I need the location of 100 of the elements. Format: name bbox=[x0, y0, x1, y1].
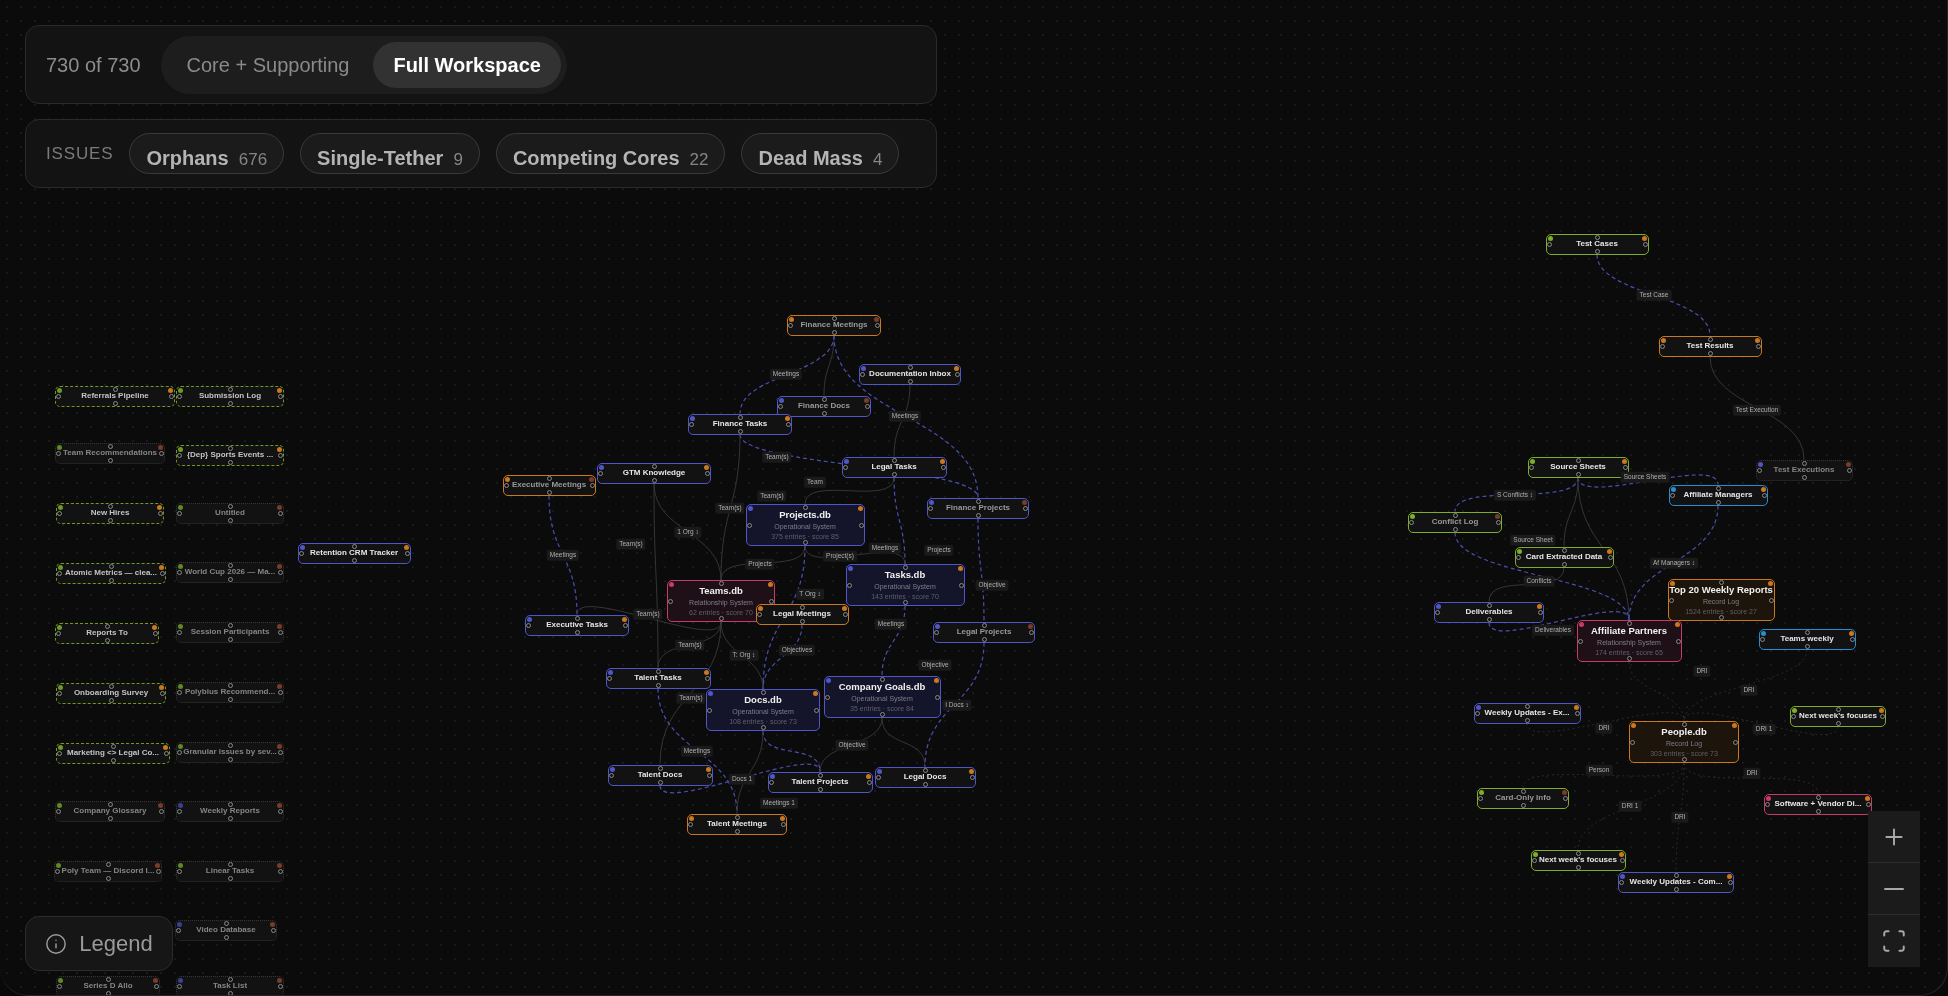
table-node[interactable]: Task List bbox=[176, 975, 284, 995]
table-node[interactable]: Talent Tasks bbox=[605, 667, 711, 689]
table-node[interactable]: Finance Projects bbox=[927, 497, 1029, 519]
table-node[interactable]: Onboarding Survey bbox=[56, 682, 166, 704]
table-node[interactable]: {Dep} Sports Events ... bbox=[176, 444, 284, 466]
table-node[interactable]: Referrals Pipeline bbox=[55, 385, 175, 407]
node-title: Finance Docs bbox=[798, 402, 850, 410]
node-title: Talent Meetings bbox=[707, 820, 767, 828]
node-title: Tasks.db bbox=[884, 570, 926, 580]
node-title: Series D Allo bbox=[83, 982, 133, 990]
node-title: Deliverables bbox=[1465, 608, 1513, 616]
table-node[interactable]: Untitled bbox=[176, 502, 284, 524]
node-title: Affiliate Managers bbox=[1683, 491, 1753, 499]
node-title: Company Glossary bbox=[73, 807, 147, 815]
table-node[interactable]: Legal Meetings bbox=[755, 603, 849, 625]
table-node[interactable]: Finance Tasks bbox=[688, 413, 792, 435]
table-node[interactable]: Talent Meetings bbox=[687, 813, 787, 835]
node-title: Talent Projects bbox=[791, 778, 849, 786]
view-tab[interactable]: Full Workspace bbox=[373, 41, 561, 88]
node-title: Docs.db bbox=[744, 695, 782, 705]
table-node[interactable]: Talent Projects bbox=[767, 771, 873, 793]
table-node[interactable]: Test Executions bbox=[1755, 459, 1853, 481]
legend-button[interactable]: Legend bbox=[25, 916, 173, 971]
node-title: Referrals Pipeline bbox=[81, 392, 149, 400]
node-title: Granular issues by sev... bbox=[183, 748, 277, 756]
table-node[interactable]: Legal Docs bbox=[874, 766, 976, 788]
table-node[interactable]: Next week's focuses bbox=[1790, 705, 1886, 727]
table-node[interactable]: Polybius Recommend... bbox=[176, 681, 284, 703]
table-node[interactable]: Linear Tasks bbox=[176, 860, 284, 882]
table-node[interactable]: Legal Projects bbox=[933, 621, 1035, 643]
table-node[interactable]: Company Glossary bbox=[55, 800, 165, 822]
table-node[interactable]: New Hires bbox=[56, 502, 164, 524]
node-title: Untitled bbox=[215, 509, 245, 517]
node-title: Company Goals.db bbox=[838, 682, 926, 692]
table-node[interactable]: Card Extracted Data bbox=[1514, 546, 1614, 568]
node-title: Team Recommendations bbox=[62, 449, 158, 457]
issue-filter[interactable]: Orphans 676 bbox=[129, 133, 285, 174]
table-node[interactable]: Marketing <> Legal Co... bbox=[56, 742, 170, 764]
table-node[interactable]: Talent Docs bbox=[607, 764, 713, 786]
table-node[interactable]: Finance Docs bbox=[777, 395, 871, 417]
table-node[interactable]: Card-Only Info bbox=[1477, 787, 1569, 809]
node-title: Next week's focuses bbox=[1799, 712, 1877, 720]
table-node[interactable]: Team Recommendations bbox=[55, 442, 165, 464]
node-title: Affiliate Partners bbox=[1591, 626, 1667, 636]
table-node[interactable]: Weekly Reports bbox=[176, 800, 284, 822]
node-title: Finance Tasks bbox=[712, 420, 768, 428]
node-title: Legal Docs bbox=[903, 773, 947, 781]
node-title: Session Participants bbox=[190, 628, 270, 636]
table-node[interactable]: World Cup 2026 — Ma... bbox=[176, 561, 284, 583]
table-node[interactable]: Retention CRM Tracker bbox=[297, 542, 411, 564]
node-title: Card-Only Info bbox=[1495, 794, 1551, 802]
node-title: Card Extracted Data bbox=[1525, 553, 1603, 561]
table-node[interactable]: Software + Vendor Di... bbox=[1764, 793, 1872, 815]
node-title: World Cup 2026 — Ma... bbox=[184, 568, 276, 576]
issue-filter[interactable]: Dead Mass 4 bbox=[741, 133, 900, 174]
table-node[interactable]: Weekly Updates - Ex... bbox=[1473, 702, 1581, 724]
node-title: Weekly Updates - Com... bbox=[1629, 878, 1723, 886]
table-node[interactable]: Legal Tasks bbox=[841, 456, 947, 478]
table-node[interactable]: Teams weekly bbox=[1758, 628, 1856, 650]
node-title: Video Database bbox=[196, 926, 256, 934]
node-title: Legal Meetings bbox=[773, 610, 831, 618]
table-node[interactable]: Test Results bbox=[1658, 335, 1762, 357]
table-node[interactable]: Affiliate Managers bbox=[1668, 484, 1768, 506]
table-node[interactable]: Poly Team — Discord I... bbox=[54, 860, 162, 882]
table-node[interactable]: Executive Meetings bbox=[502, 474, 596, 496]
table-node[interactable]: Granular issues by sev... bbox=[176, 741, 284, 763]
node-title: Next week's focuses bbox=[1539, 856, 1617, 864]
table-node[interactable]: GTM Knowledge bbox=[597, 462, 711, 484]
node-title: Projects.db bbox=[779, 510, 831, 520]
node-title: Reports To bbox=[86, 629, 128, 637]
table-node[interactable]: Weekly Updates - Com... bbox=[1618, 871, 1734, 893]
table-node[interactable]: Test Cases bbox=[1545, 233, 1649, 255]
node-count: 730 of 730 bbox=[46, 52, 141, 78]
table-node[interactable]: Next week's focuses bbox=[1530, 849, 1626, 871]
table-node[interactable]: Reports To bbox=[55, 622, 159, 644]
table-node[interactable]: Finance Meetings bbox=[787, 314, 881, 336]
table-node[interactable]: Video Database bbox=[175, 919, 277, 941]
node-title: Executive Meetings bbox=[511, 481, 587, 489]
table-node[interactable]: Series D Allo bbox=[56, 975, 160, 995]
node-title: Onboarding Survey bbox=[73, 689, 149, 697]
view-tab[interactable]: Core + Supporting bbox=[166, 41, 370, 88]
node-title: Talent Docs bbox=[637, 771, 683, 779]
table-node[interactable]: Documentation Inbox bbox=[859, 363, 961, 385]
issue-filter[interactable]: Single-Tether 9 bbox=[300, 133, 480, 174]
issues-heading: ISSUES bbox=[46, 142, 114, 165]
issue-filter[interactable]: Competing Cores 22 bbox=[495, 133, 726, 174]
table-node[interactable]: Submission Log bbox=[176, 385, 284, 407]
table-node[interactable]: Atomic Metrics — clea... bbox=[56, 562, 166, 584]
table-node[interactable]: Deliverables bbox=[1434, 601, 1544, 623]
node-title: Teams weekly bbox=[1780, 635, 1834, 643]
node-title: Submission Log bbox=[198, 392, 262, 400]
table-node[interactable]: Session Participants bbox=[176, 621, 284, 643]
table-node[interactable]: Conflict Log bbox=[1408, 511, 1502, 533]
node-title: Test Cases bbox=[1576, 240, 1618, 248]
node-title: Task List bbox=[212, 982, 248, 990]
node-title: Polybius Recommend... bbox=[184, 688, 276, 696]
table-node[interactable]: Executive Tasks bbox=[525, 614, 629, 636]
node-title: Weekly Reports bbox=[200, 807, 260, 815]
node-title: Linear Tasks bbox=[205, 867, 255, 875]
node-title: Finance Projects bbox=[946, 504, 1010, 512]
